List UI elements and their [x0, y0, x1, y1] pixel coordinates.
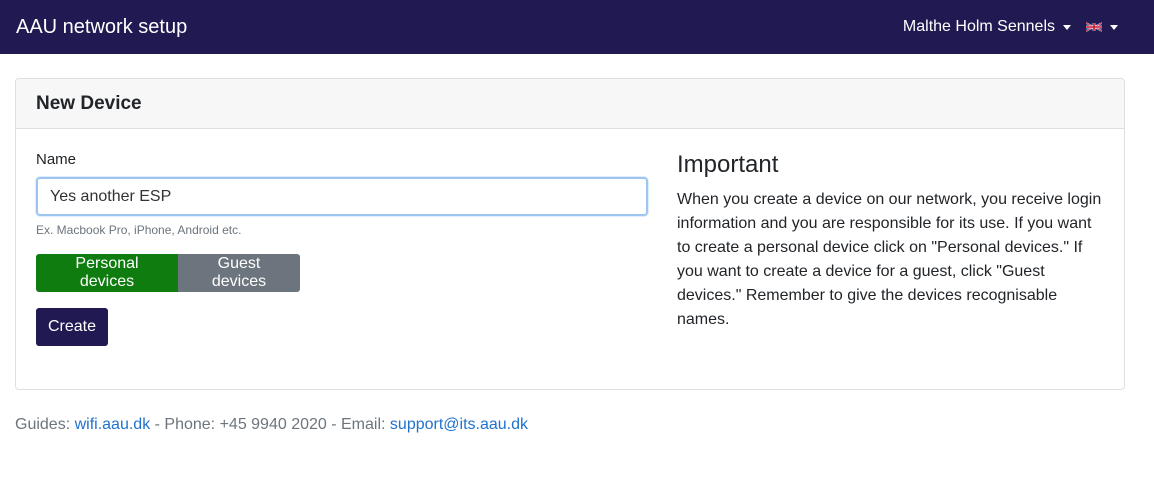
- contact-text: - Phone: +45 9940 2020 - Email:: [154, 416, 386, 433]
- chevron-down-icon: [1063, 24, 1071, 30]
- device-name-input[interactable]: [36, 177, 648, 216]
- user-menu-dropdown[interactable]: Malthe Holm Sennels: [903, 18, 1071, 36]
- navbar-right: Malthe Holm Sennels: [903, 18, 1138, 36]
- new-device-card: New Device Name Ex. Macbook Pro, iPhone,…: [15, 78, 1125, 390]
- chevron-down-icon: [1110, 24, 1118, 30]
- uk-flag-icon: [1086, 22, 1102, 32]
- device-form: Name Ex. Macbook Pro, iPhone, Android et…: [36, 151, 648, 346]
- important-text: When you create a device on our network,…: [677, 191, 1102, 328]
- name-help-text: Ex. Macbook Pro, iPhone, Android etc.: [36, 223, 242, 237]
- important-info: Important When you create a device on ou…: [677, 151, 1109, 332]
- app-brand[interactable]: AAU network setup: [16, 16, 187, 39]
- main-container: New Device Name Ex. Macbook Pro, iPhone,…: [15, 78, 1125, 390]
- guides-link[interactable]: wifi.aau.dk: [75, 416, 151, 433]
- card-title: New Device: [16, 79, 1124, 129]
- footer: Guides: wifi.aau.dk - Phone: +45 9940 20…: [15, 416, 528, 434]
- create-button[interactable]: Create: [36, 308, 108, 346]
- language-dropdown[interactable]: [1086, 22, 1118, 32]
- guides-label: Guides:: [15, 416, 71, 433]
- top-navbar: AAU network setup Malthe Holm Sennels: [0, 0, 1154, 54]
- user-name: Malthe Holm Sennels: [902, 18, 1055, 35]
- guest-devices-button[interactable]: Guest devices: [178, 254, 300, 292]
- support-email-link[interactable]: support@its.aau.dk: [390, 416, 528, 433]
- device-type-toggle: Personal devices Guest devices: [36, 254, 648, 292]
- personal-devices-button[interactable]: Personal devices: [36, 254, 178, 292]
- important-title: Important: [677, 151, 779, 178]
- name-label: Name: [36, 151, 77, 168]
